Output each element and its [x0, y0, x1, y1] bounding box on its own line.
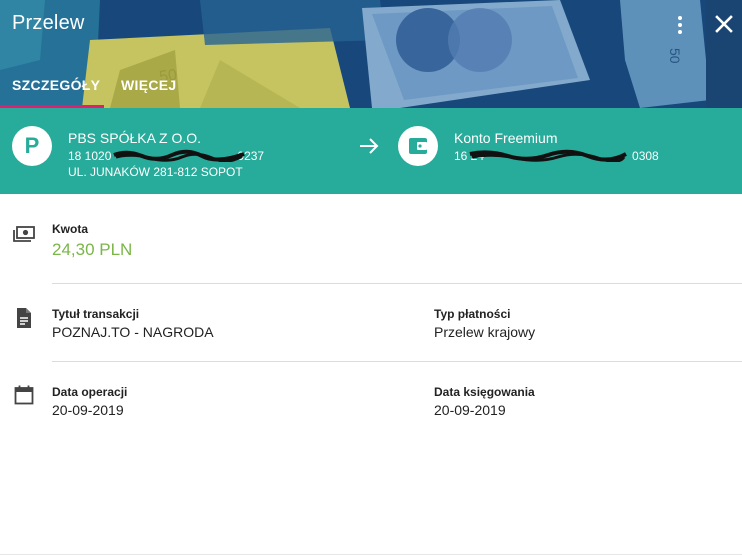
header: 50 50 Przelew SZCZEGÓŁY WIĘCEJ — [0, 0, 742, 108]
bottom-border — [0, 554, 742, 555]
operation-date-value: 20-09-2019 — [52, 402, 124, 418]
close-icon[interactable] — [712, 12, 736, 36]
banknote-background-illustration: 50 50 — [0, 0, 742, 108]
amount-label: Kwota — [52, 222, 88, 236]
recipient-name: Konto Freemium — [454, 130, 558, 146]
more-vertical-icon[interactable] — [670, 14, 690, 36]
redaction-scribble — [469, 149, 627, 162]
transfer-summary: P PBS SPÓŁKA Z O.O. 18 1020 0237 UL. JUNA… — [0, 108, 742, 194]
booking-date-label: Data księgowania — [434, 385, 535, 399]
arrow-right-icon — [360, 138, 379, 154]
page-title: Przelew — [12, 12, 85, 34]
redaction-scribble — [113, 149, 245, 162]
operation-date-label: Data operacji — [52, 385, 128, 399]
recipient-account-end: 0308 — [632, 149, 659, 163]
sender-avatar: P — [12, 126, 52, 166]
sender-account-start: 18 1020 — [68, 149, 112, 163]
calendar-icon — [14, 385, 34, 405]
tab-more[interactable]: WIĘCEJ — [121, 77, 176, 93]
booking-date-value: 20-09-2019 — [434, 402, 506, 418]
sender-name: PBS SPÓŁKA Z O.O. — [68, 130, 202, 146]
wallet-icon — [409, 138, 427, 154]
document-icon — [17, 308, 31, 328]
tab-details[interactable]: SZCZEGÓŁY — [12, 77, 100, 93]
transaction-title-label: Tytuł transakcji — [52, 307, 140, 321]
money-icon — [13, 226, 35, 242]
divider — [52, 283, 742, 284]
amount-value: 24,30 PLN — [52, 240, 133, 259]
payment-type-value: Przelew krajowy — [434, 324, 536, 340]
divider — [52, 361, 742, 362]
recipient-avatar — [398, 126, 438, 166]
sender-address: UL. JUNAKÓW 281-812 SOPOT — [68, 165, 243, 179]
transaction-title-value: POZNAJ.TO - NAGRODA — [52, 324, 214, 340]
payment-type-label: Typ płatności — [434, 307, 511, 321]
